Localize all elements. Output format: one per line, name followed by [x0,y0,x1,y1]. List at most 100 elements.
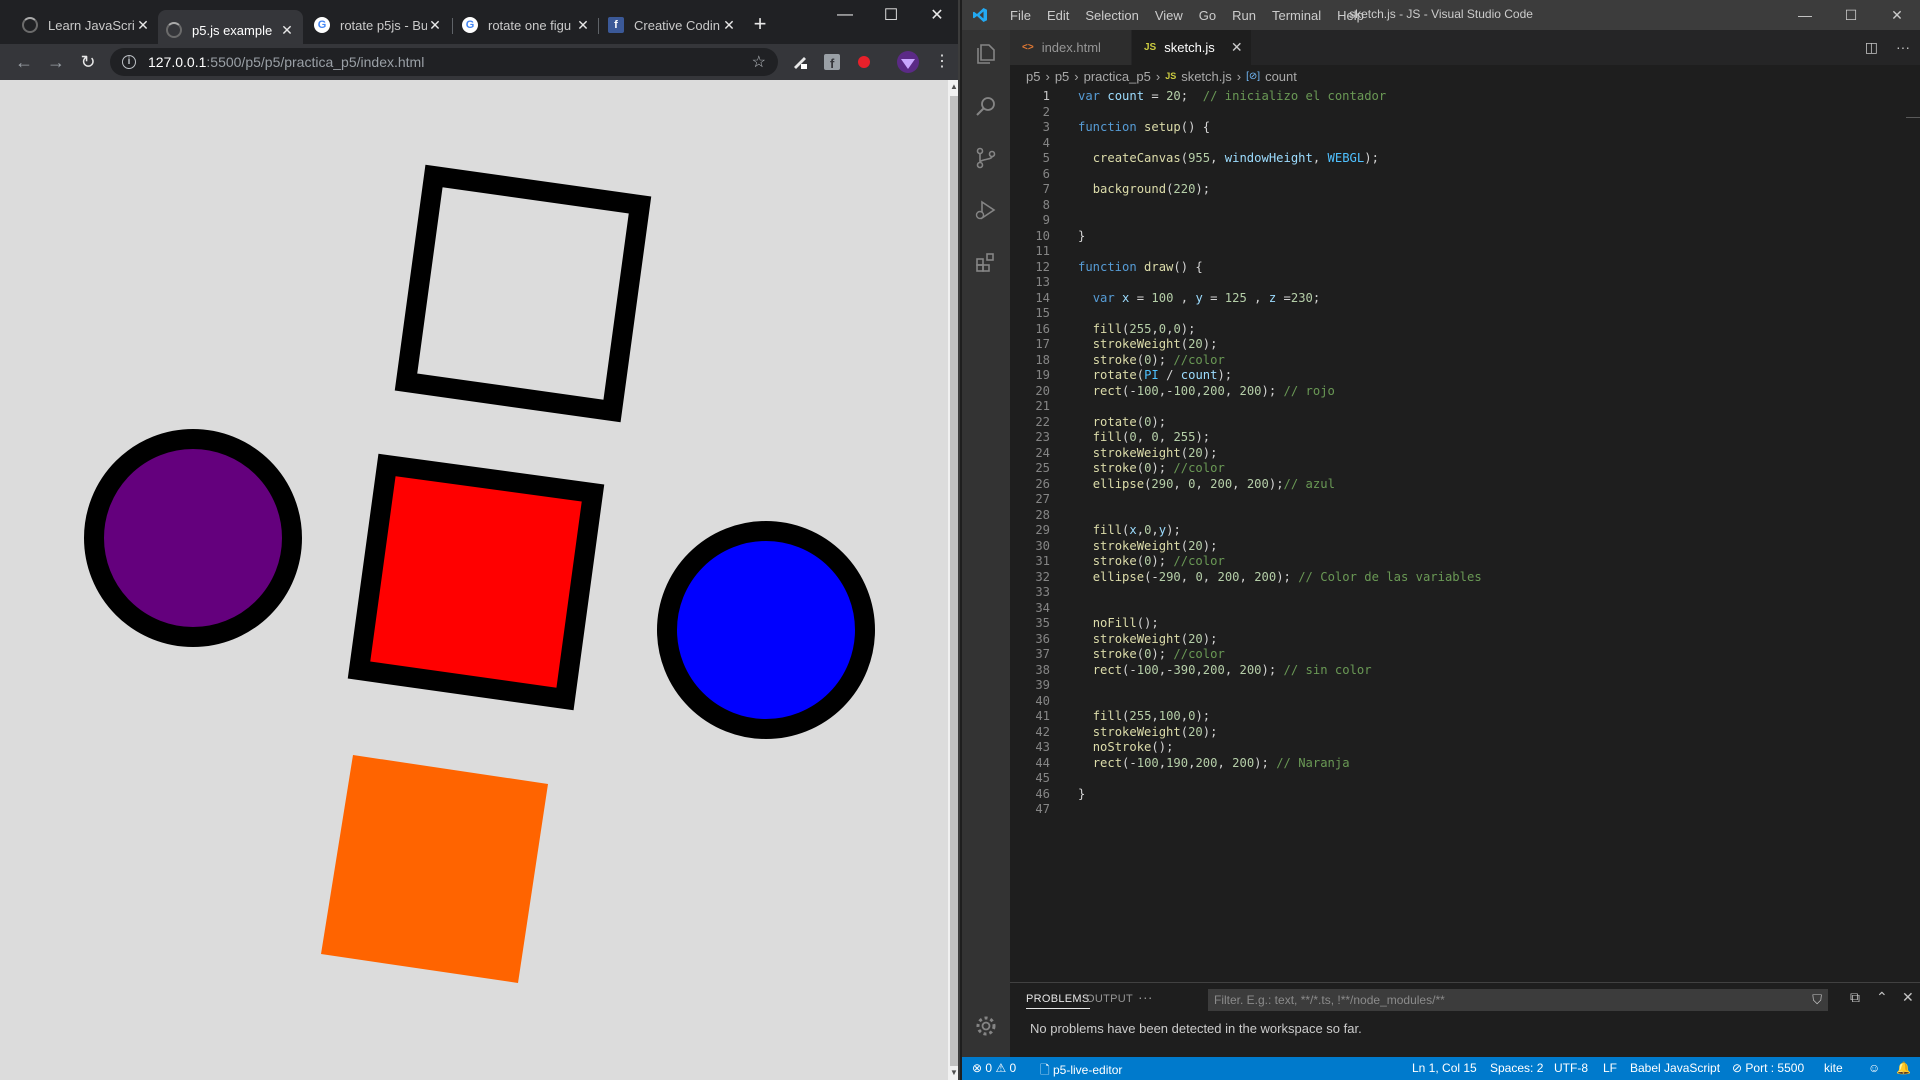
menu-go[interactable]: Go [1191,8,1224,23]
close-panel-icon[interactable]: ✕ [1902,989,1914,1006]
more-icon[interactable]: ··· [1138,989,1153,1005]
more-actions-icon[interactable]: ··· [1896,39,1910,56]
no-entry-icon: ⊘ [1732,1061,1743,1075]
extension-facebook-icon[interactable]: f [824,54,840,70]
maximize-icon[interactable]: ☐ [868,0,914,30]
breadcrumb-item[interactable]: p5 [1026,69,1040,84]
menu-edit[interactable]: Edit [1039,8,1077,23]
chevron-up-icon[interactable]: ⌃ [1876,989,1888,1006]
code-line[interactable]: 47 [1010,800,1920,819]
menu-terminal[interactable]: Terminal [1264,8,1329,23]
close-icon[interactable]: ✕ [575,17,591,34]
menu-help[interactable]: Help [1329,8,1372,23]
breadcrumb-item[interactable]: p5 [1055,69,1069,84]
editor-tab-label: sketch.js [1164,40,1215,55]
close-window-icon[interactable]: ✕ [1874,0,1920,30]
vscode-titlebar: File Edit Selection View Go Run Terminal… [962,0,1920,30]
extension-pen-icon[interactable] [792,54,808,70]
close-icon[interactable]: ✕ [135,17,151,34]
indentation[interactable]: Spaces: 2 [1490,1061,1543,1075]
errors-value: 0 [985,1061,993,1075]
bookmark-star-icon[interactable]: ☆ [752,52,766,72]
encoding[interactable]: UTF-8 [1554,1061,1588,1075]
vscode-logo-icon [973,8,987,22]
close-icon[interactable]: ✕ [721,17,737,34]
chevron-right-icon: › [1045,68,1050,84]
explorer-files-icon[interactable] [974,42,998,66]
scrollbar-thumb[interactable] [950,96,958,1066]
menu-run[interactable]: Run [1224,8,1264,23]
menu-selection[interactable]: Selection [1077,8,1146,23]
split-editor-icon[interactable]: ◫ [1865,39,1878,56]
maximize-icon[interactable]: ☐ [1828,0,1874,30]
editor-tab-label: index.html [1041,40,1101,55]
minimize-icon[interactable]: — [1782,0,1828,30]
error-icon: ⊗ [972,1061,983,1075]
editor-tab-sketch-js[interactable]: JS sketch.js ✕ [1132,30,1252,65]
page-viewport [0,80,948,1080]
back-arrow-icon[interactable]: ← [12,50,36,74]
end-of-line[interactable]: LF [1603,1061,1617,1075]
p5-canvas[interactable] [0,80,948,1080]
html-file-icon: <> [1022,42,1034,53]
breadcrumb-item[interactable]: count [1265,69,1297,84]
kite-status[interactable]: kite [1824,1061,1843,1075]
minimize-icon[interactable]: — [822,0,868,30]
port-value: Port : 5500 [1745,1061,1805,1075]
live-editor-project[interactable]: 🗋 p5-live-editor [1040,1061,1122,1080]
js-file-icon: JS [1144,42,1157,53]
url-path: :5500/p5/p5/practica_p5/index.html [206,54,425,70]
editor-tab-index-html[interactable]: <> index.html [1010,30,1132,65]
red-square [347,453,605,711]
vscode-window: File Edit Selection View Go Run Terminal… [962,0,1920,1080]
browser-tab-creative-coding[interactable]: f Creative Codin ✕ [600,10,745,40]
code-editor[interactable]: 1 var count = 20; // inicializo el contad… [1010,87,1920,1012]
problems-filter-input[interactable]: Filter. E.g.: text, **/*.ts, !**/node_mo… [1208,989,1828,1011]
forward-arrow-icon[interactable]: → [44,50,68,74]
extension-record-icon[interactable] [856,54,872,70]
feedback-icon[interactable]: ☺ [1868,1061,1880,1075]
settings-gear-icon[interactable] [974,1014,998,1038]
browser-tab-rotate-one-figure[interactable]: G rotate one figu ✕ [454,10,599,40]
close-icon[interactable]: ✕ [279,22,295,39]
blue-circle [657,521,875,739]
browser-tab-rotate-p5js[interactable]: G rotate p5js - Bu ✕ [306,10,451,40]
tab-divider [452,18,453,34]
editor-area: <> index.html JS sketch.js ✕ ◫ ··· p5 › p… [1010,30,1920,982]
tab-title: rotate p5js - Bu [340,17,427,33]
source-control-icon[interactable] [974,146,998,170]
breadcrumb-item[interactable]: sketch.js [1181,69,1232,84]
menu-view[interactable]: View [1147,8,1191,23]
reload-icon[interactable]: ↻ [76,50,100,74]
close-icon[interactable]: ✕ [1231,39,1243,56]
close-window-icon[interactable]: ✕ [914,0,958,30]
scroll-up-arrow-icon[interactable]: ▲ [948,80,958,94]
browser-tab-learn-javascript[interactable]: Learn JavaScrip ✕ [14,10,159,40]
profile-avatar-icon[interactable] [896,50,920,74]
orange-square [321,755,548,983]
breadcrumb-item[interactable]: practica_p5 [1084,69,1151,84]
google-icon: G [314,17,330,33]
filter-funnel-icon[interactable]: ⛉ [1812,992,1822,1008]
editor-tab-bar: <> index.html JS sketch.js ✕ ◫ ··· [1010,30,1920,65]
restore-panel-icon[interactable]: ⧉ [1850,989,1860,1006]
panel-tab-problems[interactable]: PROBLEMS [1026,993,1090,1009]
panel-tab-output[interactable]: OUTPUT [1086,993,1133,1005]
close-icon[interactable]: ✕ [427,17,443,34]
error-count[interactable]: ⊗ 0 ⚠ 0 [972,1061,1016,1075]
menu-file[interactable]: File [1002,8,1039,23]
menu-kebab-icon[interactable]: ⋮ [930,50,954,74]
new-tab-button[interactable]: + [748,12,772,36]
scroll-down-arrow-icon[interactable]: ▼ [948,1066,958,1080]
page-scrollbar[interactable]: ▲ ▼ [948,80,958,1080]
address-bar[interactable]: i 127.0.0.1:5500/p5/p5/practica_p5/index… [110,48,778,76]
search-icon[interactable] [974,94,998,118]
tab-title: Creative Codin [634,17,720,33]
cursor-position[interactable]: Ln 1, Col 15 [1412,1061,1477,1075]
site-info-icon[interactable]: i [122,55,136,69]
run-debug-icon[interactable] [974,198,998,222]
language-mode[interactable]: Babel JavaScript [1630,1061,1720,1075]
live-server-port[interactable]: ⊘ Port : 5500 [1732,1061,1804,1075]
extensions-icon[interactable] [974,250,998,274]
notifications-bell-icon[interactable]: 🔔 [1896,1061,1911,1075]
